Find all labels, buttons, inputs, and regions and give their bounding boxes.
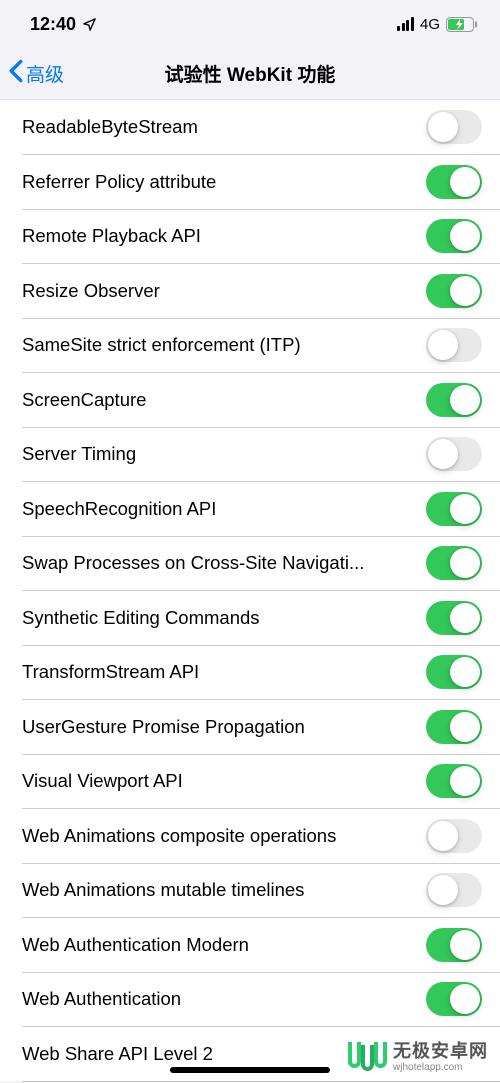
- setting-label: ReadableByteStream: [22, 116, 198, 138]
- settings-row: Web Animations composite operations: [0, 809, 500, 864]
- watermark-text: 无极安卓网 wjhotelapp.com: [393, 1042, 488, 1073]
- setting-label: Remote Playback API: [22, 225, 201, 247]
- chevron-left-icon: [8, 59, 24, 89]
- watermark: 无极安卓网 wjhotelapp.com: [348, 1042, 488, 1073]
- settings-row: Web Authentication Modern: [0, 918, 500, 973]
- settings-row: Referrer Policy attribute: [0, 155, 500, 210]
- setting-label: SpeechRecognition API: [22, 498, 216, 520]
- setting-label: Web Authentication Modern: [22, 934, 249, 956]
- battery-icon: [446, 17, 478, 32]
- toggle-switch[interactable]: [426, 437, 482, 471]
- settings-row: Visual Viewport API: [0, 754, 500, 809]
- toggle-switch[interactable]: [426, 110, 482, 144]
- settings-row: UserGesture Promise Propagation: [0, 700, 500, 755]
- watermark-url: wjhotelapp.com: [393, 1062, 488, 1073]
- settings-row: Web Authentication: [0, 972, 500, 1027]
- settings-list: ReadableByteStream Referrer Policy attrib…: [0, 100, 500, 1081]
- setting-label: Server Timing: [22, 443, 136, 465]
- setting-label: Referrer Policy attribute: [22, 171, 216, 193]
- settings-row: SameSite strict enforcement (ITP): [0, 318, 500, 373]
- setting-label: SameSite strict enforcement (ITP): [22, 334, 301, 356]
- settings-row: ReadableByteStream: [0, 100, 500, 155]
- settings-row: Synthetic Editing Commands: [0, 591, 500, 646]
- setting-label: Web Animations composite operations: [22, 825, 336, 847]
- toggle-switch[interactable]: [426, 328, 482, 362]
- toggle-switch[interactable]: [426, 383, 482, 417]
- location-icon: [82, 17, 97, 32]
- settings-row: ScreenCapture: [0, 373, 500, 428]
- settings-row: Swap Processes on Cross-Site Navigati...: [0, 536, 500, 591]
- settings-row: Resize Observer: [0, 264, 500, 319]
- network-label: 4G: [420, 16, 440, 33]
- setting-label: ScreenCapture: [22, 389, 146, 411]
- toggle-switch[interactable]: [426, 546, 482, 580]
- watermark-logo-icon: [348, 1045, 387, 1071]
- settings-row: Web Animations mutable timelines: [0, 863, 500, 918]
- toggle-switch[interactable]: [426, 764, 482, 798]
- page-title: 试验性 WebKit 功能: [165, 60, 336, 87]
- toggle-switch[interactable]: [426, 219, 482, 253]
- toggle-switch[interactable]: [426, 873, 482, 907]
- status-right: 4G: [397, 16, 478, 33]
- setting-label: Synthetic Editing Commands: [22, 607, 260, 629]
- setting-label: Resize Observer: [22, 280, 160, 302]
- back-button[interactable]: 高级: [8, 59, 64, 89]
- home-indicator[interactable]: [170, 1067, 330, 1073]
- setting-label: Visual Viewport API: [22, 770, 183, 792]
- setting-label: Swap Processes on Cross-Site Navigati...: [22, 552, 364, 574]
- status-left: 12:40: [30, 14, 97, 35]
- setting-label: Web Share API Level 2: [22, 1043, 213, 1065]
- settings-row: TransformStream API: [0, 645, 500, 700]
- toggle-switch[interactable]: [426, 982, 482, 1016]
- status-time: 12:40: [30, 14, 76, 35]
- toggle-switch[interactable]: [426, 819, 482, 853]
- toggle-switch[interactable]: [426, 274, 482, 308]
- status-bar: 12:40 4G: [0, 0, 500, 48]
- settings-row: SpeechRecognition API: [0, 482, 500, 537]
- nav-bar: 高级 试验性 WebKit 功能: [0, 48, 500, 100]
- settings-row: Remote Playback API: [0, 209, 500, 264]
- setting-label: UserGesture Promise Propagation: [22, 716, 305, 738]
- setting-label: TransformStream API: [22, 661, 199, 683]
- setting-label: Web Animations mutable timelines: [22, 879, 304, 901]
- watermark-name: 无极安卓网: [393, 1042, 488, 1062]
- settings-row: Server Timing: [0, 427, 500, 482]
- toggle-switch[interactable]: [426, 165, 482, 199]
- toggle-switch[interactable]: [426, 928, 482, 962]
- toggle-switch[interactable]: [426, 601, 482, 635]
- setting-label: Web Authentication: [22, 988, 181, 1010]
- back-label: 高级: [26, 60, 64, 87]
- signal-icon: [397, 17, 414, 31]
- toggle-switch[interactable]: [426, 492, 482, 526]
- toggle-switch[interactable]: [426, 710, 482, 744]
- toggle-switch[interactable]: [426, 655, 482, 689]
